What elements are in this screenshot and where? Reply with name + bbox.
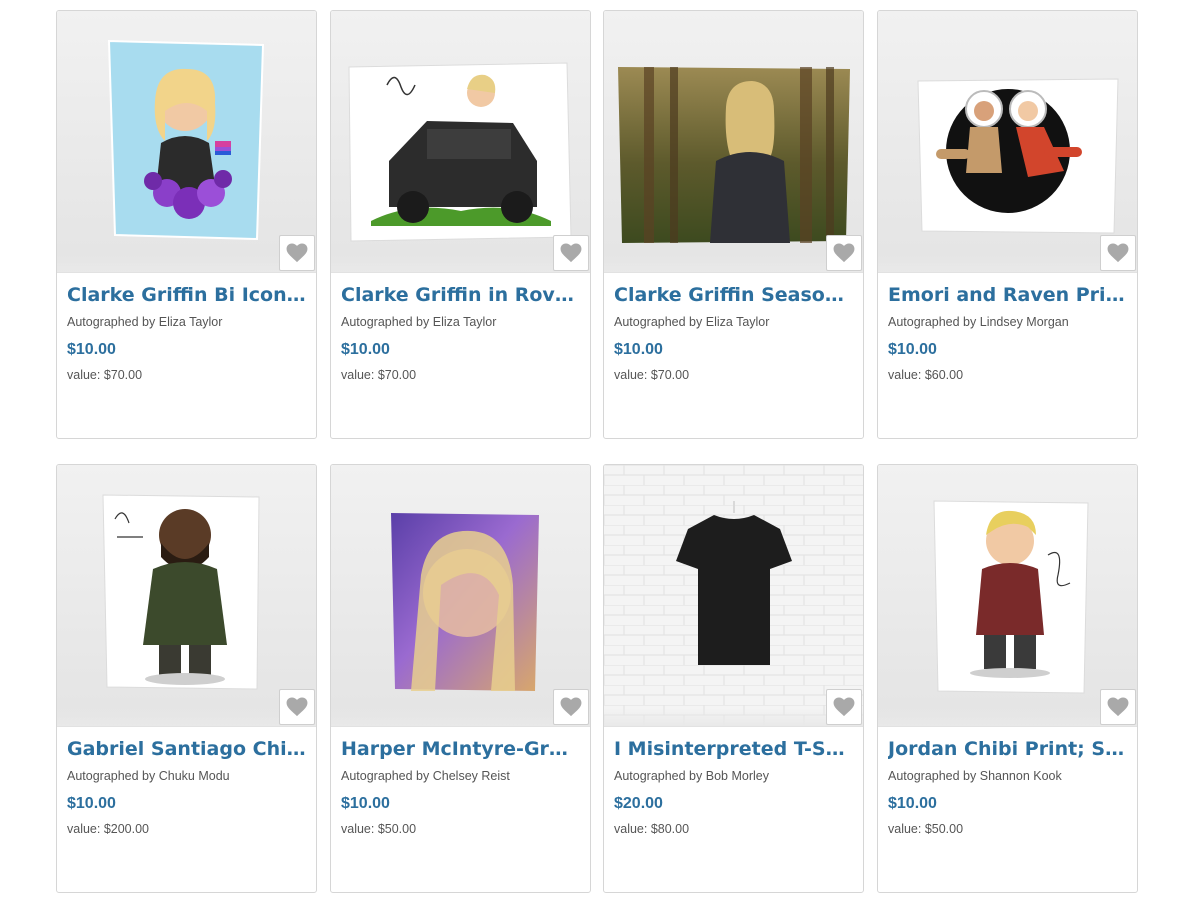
heart-icon	[560, 697, 582, 717]
product-price: $10.00	[888, 341, 937, 358]
product-title[interactable]: Clarke Griffin Bi Icon Prin...	[67, 283, 306, 307]
product-info: Clarke Griffin Season 1 St... Autographe…	[604, 273, 863, 382]
image-shade	[57, 254, 316, 272]
product-card[interactable]: Clarke Griffin Season 1 St... Autographe…	[603, 10, 864, 439]
product-value: value: $200.00	[67, 822, 150, 836]
print-artwork-photo	[391, 513, 539, 691]
product-signer: Autographed by Bob Morley	[614, 769, 769, 783]
product-value: value: $70.00	[67, 368, 143, 382]
product-image[interactable]	[878, 465, 1137, 727]
print-artwork-illustration	[102, 494, 260, 690]
product-price: $10.00	[888, 795, 937, 812]
favorite-button[interactable]	[553, 689, 589, 725]
product-image[interactable]	[878, 11, 1137, 273]
product-signer: Autographed by Chelsey Reist	[341, 769, 510, 783]
favorite-button[interactable]	[553, 235, 589, 271]
favorite-button[interactable]	[1100, 235, 1136, 271]
product-card[interactable]: Jordan Chibi Print; Signed... Autographe…	[877, 464, 1138, 893]
product-row: Clarke Griffin Bi Icon Prin... Autograph…	[56, 10, 1140, 464]
image-shade	[331, 254, 590, 272]
product-image[interactable]	[331, 465, 590, 727]
product-title[interactable]: Clarke Griffin in Rover Pr...	[341, 283, 580, 307]
product-price: $20.00	[614, 795, 663, 812]
product-image[interactable]	[57, 465, 316, 727]
product-value: value: $50.00	[341, 822, 417, 836]
product-value: value: $70.00	[614, 368, 690, 382]
image-shade	[878, 254, 1137, 272]
favorite-button[interactable]	[1100, 689, 1136, 725]
heart-icon	[833, 243, 855, 263]
product-title[interactable]: I Misinterpreted T-Shirt, ...	[614, 737, 853, 761]
favorite-button[interactable]	[826, 235, 862, 271]
product-value: value: $80.00	[614, 822, 690, 836]
product-card[interactable]: Harper McIntyre-Green A... Autographed b…	[330, 464, 591, 893]
print-artwork-illustration	[348, 62, 572, 242]
image-shade	[604, 254, 863, 272]
product-price: $10.00	[341, 341, 390, 358]
product-title[interactable]: Emori and Raven Print; Si...	[888, 283, 1127, 307]
product-image[interactable]	[604, 11, 863, 273]
heart-icon	[1107, 243, 1129, 263]
favorite-button[interactable]	[826, 689, 862, 725]
product-signer: Autographed by Eliza Taylor	[614, 315, 770, 329]
heart-icon	[286, 243, 308, 263]
product-grid-page: Clarke Griffin Bi Icon Prin... Autograph…	[0, 0, 1200, 909]
product-grid: Clarke Griffin Bi Icon Prin... Autograph…	[56, 10, 1140, 909]
product-info: Jordan Chibi Print; Signed... Autographe…	[878, 727, 1137, 836]
image-shade	[57, 708, 316, 726]
image-shade	[331, 708, 590, 726]
product-signer: Autographed by Eliza Taylor	[67, 315, 223, 329]
image-shade	[604, 708, 863, 726]
product-card[interactable]: Clarke Griffin in Rover Pr... Autographe…	[330, 10, 591, 439]
product-title[interactable]: Jordan Chibi Print; Signed...	[888, 737, 1127, 761]
product-info: Clarke Griffin Bi Icon Prin... Autograph…	[57, 273, 316, 382]
product-info: Gabriel Santiago Chibi Pri... Autographe…	[57, 727, 316, 836]
product-title[interactable]: Gabriel Santiago Chibi Pri...	[67, 737, 306, 761]
heart-icon	[286, 697, 308, 717]
product-price: $10.00	[67, 795, 116, 812]
print-artwork-illustration	[933, 500, 1089, 694]
heart-icon	[1107, 697, 1129, 717]
print-artwork-photo	[604, 465, 863, 726]
product-signer: Autographed by Eliza Taylor	[341, 315, 497, 329]
product-card[interactable]: I Misinterpreted T-Shirt, ... Autographe…	[603, 464, 864, 893]
product-info: Clarke Griffin in Rover Pr... Autographe…	[331, 273, 590, 382]
product-info: I Misinterpreted T-Shirt, ... Autographe…	[604, 727, 863, 836]
product-card[interactable]: Clarke Griffin Bi Icon Prin... Autograph…	[56, 10, 317, 439]
favorite-button[interactable]	[279, 235, 315, 271]
product-image[interactable]	[57, 11, 316, 273]
product-value: value: $60.00	[888, 368, 964, 382]
product-signer: Autographed by Lindsey Morgan	[888, 315, 1069, 329]
heart-icon	[833, 697, 855, 717]
product-title[interactable]: Clarke Griffin Season 1 St...	[614, 283, 853, 307]
heart-icon	[560, 243, 582, 263]
product-price: $10.00	[614, 341, 663, 358]
print-artwork-illustration	[107, 39, 265, 241]
product-title[interactable]: Harper McIntyre-Green A...	[341, 737, 580, 761]
product-value: value: $50.00	[888, 822, 964, 836]
product-row: Gabriel Santiago Chibi Pri... Autographe…	[56, 464, 1140, 909]
favorite-button[interactable]	[279, 689, 315, 725]
product-card[interactable]: Emori and Raven Print; Si... Autographed…	[877, 10, 1138, 439]
product-card[interactable]: Gabriel Santiago Chibi Pri... Autographe…	[56, 464, 317, 893]
print-artwork-photo	[618, 67, 850, 243]
product-signer: Autographed by Chuku Modu	[67, 769, 230, 783]
product-price: $10.00	[341, 795, 390, 812]
product-info: Harper McIntyre-Green A... Autographed b…	[331, 727, 590, 836]
product-image[interactable]	[331, 11, 590, 273]
product-price: $10.00	[67, 341, 116, 358]
print-artwork-illustration	[917, 78, 1119, 234]
image-shade	[878, 708, 1137, 726]
product-image[interactable]	[604, 465, 863, 727]
product-value: value: $70.00	[341, 368, 417, 382]
product-info: Emori and Raven Print; Si... Autographed…	[878, 273, 1137, 382]
product-signer: Autographed by Shannon Kook	[888, 769, 1062, 783]
